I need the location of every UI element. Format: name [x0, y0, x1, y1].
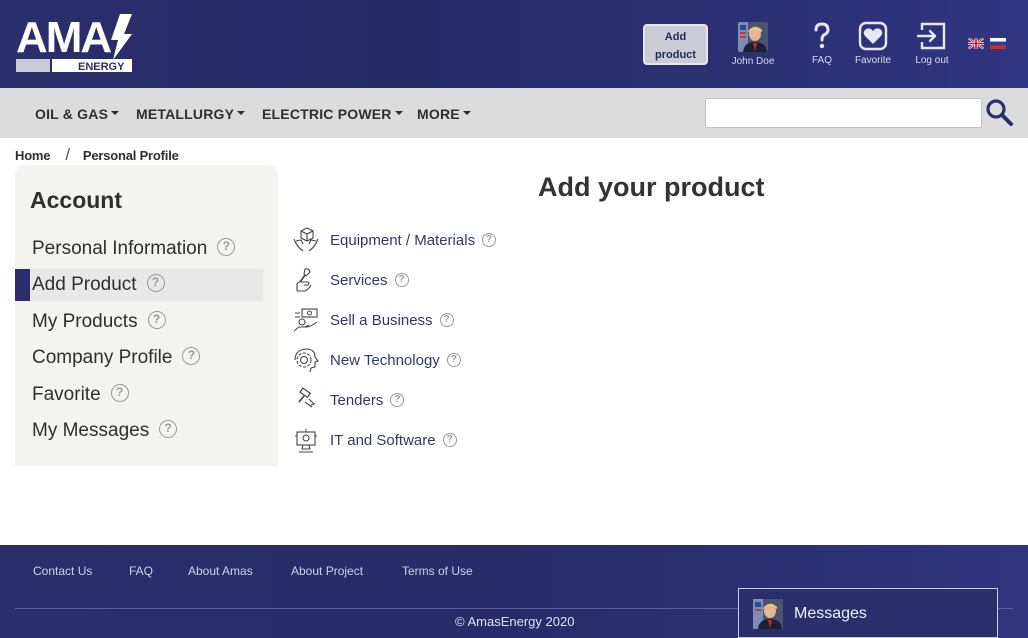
- user-avatar: [753, 599, 783, 629]
- help-icon[interactable]: ?: [147, 310, 166, 329]
- favorite-link[interactable]: Favorite: [843, 20, 903, 66]
- box-hands-icon: [293, 227, 319, 252]
- category-label: Equipment / Materials: [330, 232, 476, 249]
- breadcrumb-current: Personal Profile: [82, 148, 179, 163]
- sidebar-item-label: Company Profile: [32, 347, 173, 368]
- gear-head-icon: [294, 348, 319, 373]
- amas-energy-logo[interactable]: AMA ENERGY: [16, 12, 134, 74]
- category-label: Services: [330, 272, 388, 289]
- help-icon[interactable]: ?: [159, 419, 178, 438]
- search-icon[interactable]: [985, 98, 1013, 128]
- sidebar-item-label: Add Product: [32, 274, 137, 295]
- footer-link-terms-of-use[interactable]: Terms of Use: [402, 564, 473, 578]
- search-input[interactable]: [705, 98, 982, 128]
- favorite-label: Favorite: [854, 55, 892, 66]
- add-product-line2: product: [655, 49, 696, 61]
- sidebar-item-label: Personal Information: [32, 238, 208, 259]
- add-product-button[interactable]: Add product: [643, 24, 708, 65]
- user-profile-link[interactable]: John Doe: [723, 20, 783, 67]
- caret-down-icon: [111, 111, 120, 116]
- category-label: Sell a Business: [330, 312, 433, 329]
- logo-sub-text: ENERGY: [78, 61, 125, 73]
- user-name: John Doe: [731, 56, 775, 67]
- sidebar-item-label: My Products: [32, 311, 138, 332]
- computer-icon: [295, 429, 317, 453]
- caret-down-icon: [394, 111, 403, 116]
- nav-oil-gas-label: OIL & GAS: [35, 106, 109, 122]
- help-icon[interactable]: ?: [110, 383, 129, 402]
- logout-icon: [916, 22, 946, 50]
- category-label: New Technology: [330, 352, 440, 369]
- category-label: Tenders: [330, 392, 384, 409]
- sidebar-item-favorite[interactable]: Favorite?: [15, 379, 263, 411]
- logout-label: Log out: [915, 55, 949, 66]
- breadcrumb-separator: /: [65, 145, 70, 164]
- messages-label: Messages: [794, 605, 867, 622]
- sidebar-item-label: Favorite: [32, 384, 101, 405]
- gavel-icon: [298, 387, 316, 408]
- sidebar-title: Account: [30, 187, 122, 213]
- page-title: Add your product: [538, 172, 765, 202]
- nav-metallurgy[interactable]: METALLURGY: [136, 106, 246, 122]
- en-flag-icon[interactable]: [968, 38, 984, 49]
- help-icon[interactable]: ?: [182, 346, 201, 365]
- category-label: IT and Software: [330, 432, 436, 449]
- sidebar-item-my-messages[interactable]: My Messages?: [15, 415, 263, 447]
- footer-link-about-amas[interactable]: About Amas: [188, 564, 253, 578]
- heart-icon: [858, 21, 888, 51]
- help-icon[interactable]: ?: [482, 233, 497, 248]
- footer-link-about-project[interactable]: About Project: [291, 564, 363, 578]
- wrench-hand-icon: [296, 268, 312, 292]
- caret-down-icon: [237, 111, 246, 116]
- nav-metallurgy-label: METALLURGY: [136, 106, 235, 122]
- footer-copyright: © AmasEnergy 2020: [455, 614, 575, 629]
- user-avatar: [738, 22, 768, 52]
- sidebar-item-label: My Messages: [32, 420, 150, 441]
- nav-electric-power-label: ELECTRIC POWER: [262, 106, 392, 122]
- sidebar-item-add-product[interactable]: Add Product?: [15, 269, 263, 301]
- footer-link-contact-us[interactable]: Contact Us: [33, 564, 92, 578]
- help-icon[interactable]: ?: [394, 273, 409, 288]
- sidebar-item-my-products[interactable]: My Products?: [15, 306, 263, 338]
- caret-down-icon: [462, 111, 471, 116]
- breadcrumb-home[interactable]: Home: [15, 148, 51, 163]
- site-header: AMA ENERGY Add product John Doe FAQ Favo…: [0, 0, 1028, 88]
- logo-main-text: AMA: [16, 13, 111, 62]
- nav-oil-gas[interactable]: OIL & GAS: [35, 106, 120, 122]
- logout-link[interactable]: Log out: [902, 20, 962, 66]
- active-indicator: [15, 269, 30, 301]
- footer-link-faq[interactable]: FAQ: [129, 564, 153, 578]
- help-icon[interactable]: ?: [217, 237, 236, 256]
- breadcrumb: Home / Personal Profile: [15, 145, 179, 165]
- language-switcher: [968, 38, 1012, 56]
- account-sidebar: Account Personal Information? Add Produc…: [15, 165, 278, 466]
- nav-more-label: MORE: [417, 106, 460, 122]
- help-icon[interactable]: ?: [146, 273, 165, 292]
- help-icon[interactable]: ?: [390, 393, 405, 408]
- nav-electric-power[interactable]: ELECTRIC POWER: [262, 106, 403, 122]
- ru-flag-icon[interactable]: [990, 38, 1006, 49]
- add-product-line1: Add: [664, 31, 687, 43]
- help-icon[interactable]: ?: [442, 433, 457, 448]
- sidebar-item-personal-information[interactable]: Personal Information?: [15, 233, 263, 265]
- sidebar-item-company-profile[interactable]: Company Profile?: [15, 342, 263, 374]
- help-icon[interactable]: ?: [446, 353, 461, 368]
- question-mark-icon: [814, 22, 830, 49]
- money-hand-icon: [293, 308, 318, 332]
- messages-widget[interactable]: Messages: [738, 588, 998, 638]
- nav-more[interactable]: MORE: [417, 106, 471, 122]
- help-icon[interactable]: ?: [439, 313, 454, 328]
